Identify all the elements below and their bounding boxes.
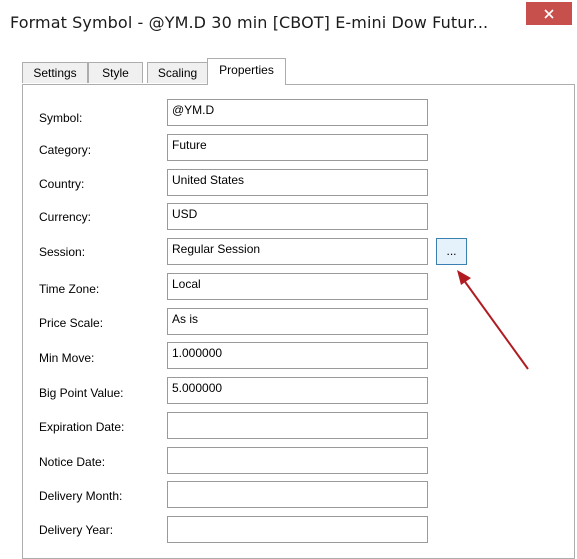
delivery-year-field[interactable] — [167, 516, 428, 543]
big-point-value-field[interactable]: 5.000000 — [167, 377, 428, 404]
price-scale-field[interactable]: As is — [167, 308, 428, 335]
window-title: Format Symbol - @YM.D 30 min [CBOT] E-mi… — [10, 13, 489, 32]
delivery-month-label: Delivery Month: — [39, 489, 123, 503]
min-move-field[interactable]: 1.000000 — [167, 342, 428, 369]
delivery-month-field[interactable] — [167, 481, 428, 508]
expiration-date-label: Expiration Date: — [39, 420, 125, 434]
country-label: Country: — [39, 177, 85, 191]
close-button[interactable] — [526, 2, 572, 25]
session-label: Session: — [39, 245, 86, 259]
session-field[interactable]: Regular Session — [167, 238, 428, 265]
tab-settings[interactable]: Settings — [22, 62, 88, 83]
currency-field[interactable]: USD — [167, 203, 428, 230]
close-icon — [544, 8, 554, 19]
time-zone-field[interactable]: Local — [167, 273, 428, 300]
notice-date-field[interactable] — [167, 447, 428, 474]
big-point-value-label: Big Point Value: — [39, 386, 124, 400]
notice-date-label: Notice Date: — [39, 455, 106, 469]
country-field[interactable]: United States — [167, 169, 428, 196]
title-bar: Format Symbol - @YM.D 30 min [CBOT] E-mi… — [0, 0, 577, 44]
category-label: Category: — [39, 143, 92, 157]
tab-style[interactable]: Style — [88, 62, 143, 83]
category-field[interactable]: Future — [167, 134, 428, 161]
delivery-year-label: Delivery Year: — [39, 523, 114, 537]
time-zone-label: Time Zone: — [39, 282, 100, 296]
expiration-date-field[interactable] — [167, 412, 428, 439]
session-browse-button[interactable]: ... — [436, 238, 467, 265]
price-scale-label: Price Scale: — [39, 316, 104, 330]
format-symbol-dialog: Format Symbol - @YM.D 30 min [CBOT] E-mi… — [0, 0, 577, 559]
min-move-label: Min Move: — [39, 351, 95, 365]
symbol-field[interactable]: @YM.D — [167, 99, 428, 126]
symbol-label: Symbol: — [39, 111, 83, 125]
tab-properties[interactable]: Properties — [207, 58, 286, 85]
currency-label: Currency: — [39, 210, 92, 224]
tab-scaling[interactable]: Scaling — [147, 62, 208, 83]
